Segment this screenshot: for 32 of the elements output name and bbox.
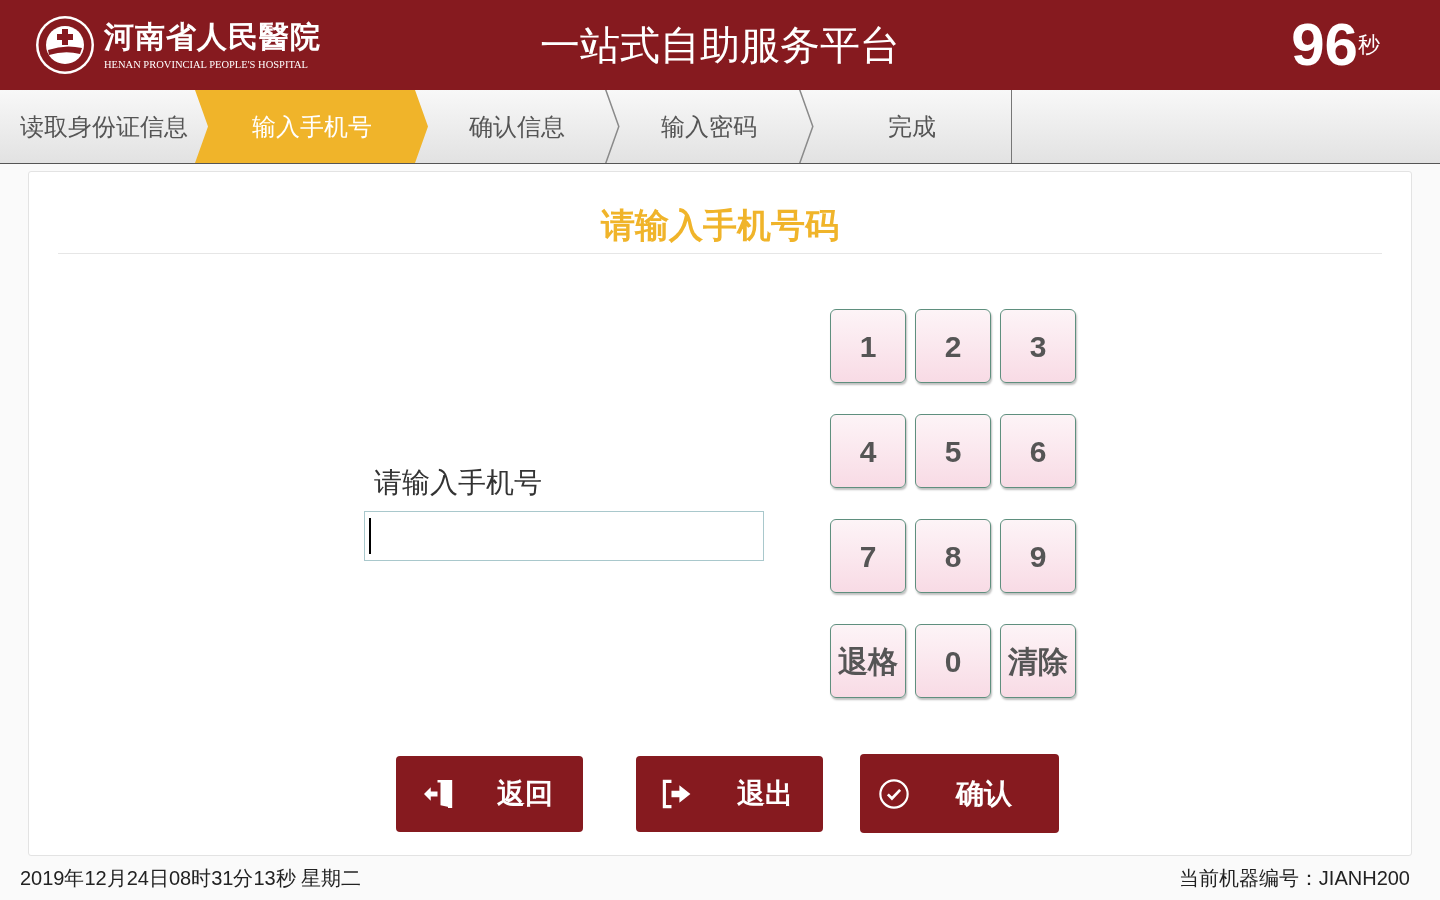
machine-id: 当前机器编号：JIANH200 (1178, 866, 1411, 891)
keypad-key[interactable]: 4 (830, 414, 906, 488)
keypad-key[interactable]: 5 (915, 414, 991, 488)
countdown-value: 96 (1291, 14, 1358, 76)
check-circle-icon (879, 778, 909, 809)
keypad-key[interactable]: 3 (1000, 309, 1076, 383)
confirm-button[interactable]: 确认 (860, 754, 1059, 833)
step-tab[interactable]: 完成 (799, 90, 1011, 163)
step-tab[interactable]: 输入密码 (605, 90, 799, 163)
phone-input-field[interactable] (364, 511, 764, 561)
phone-label: 请输入手机号 (373, 467, 543, 499)
countdown-unit: 秒 (1358, 32, 1380, 57)
keypad-key[interactable]: 8 (915, 519, 991, 593)
keypad-key[interactable]: 6 (1000, 414, 1076, 488)
hospital-emblem-icon (36, 16, 94, 74)
back-button[interactable]: 返回 (396, 755, 583, 832)
keypad-key[interactable]: 7 (830, 519, 906, 593)
keypad-key[interactable]: 0 (915, 624, 991, 698)
date-time: 2019年12月24日08时31分13秒 星期二 (20, 866, 362, 891)
exit-button[interactable]: 退出 (636, 755, 823, 832)
panel-title: 请输入手机号码 (601, 205, 839, 245)
exit-arrow-icon (662, 778, 692, 809)
step-tab[interactable]: 确认信息 (415, 90, 605, 163)
door-arrow-icon (424, 778, 454, 809)
keypad-key[interactable]: 清除 (1000, 624, 1076, 698)
keypad-key[interactable]: 退格 (830, 624, 906, 698)
hospital-subtitle: HENAN PROVINCIAL PEOPLE'S HOSPITAL (104, 58, 309, 71)
hospital-name: 河南省人民醫院 (104, 19, 321, 54)
page-title: 一站式自助服务平台 (540, 22, 900, 69)
keypad-key[interactable]: 1 (830, 309, 906, 383)
keypad-key[interactable]: 2 (915, 309, 991, 383)
keypad-key[interactable]: 9 (1000, 519, 1076, 593)
